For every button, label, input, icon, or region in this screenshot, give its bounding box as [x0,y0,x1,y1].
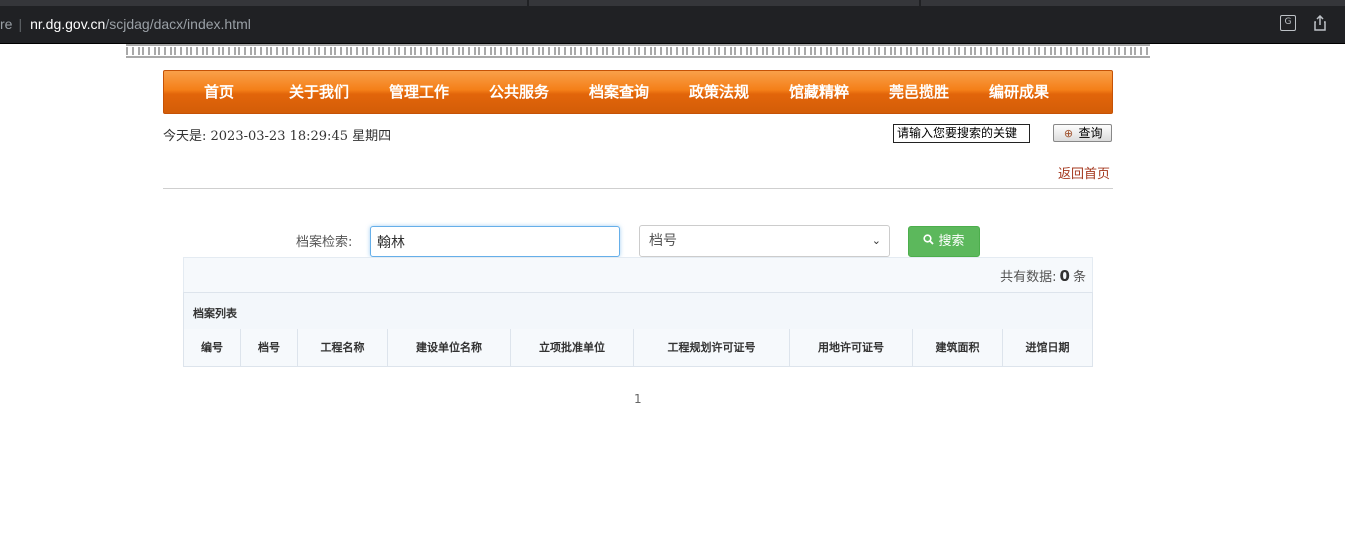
nav-item-management[interactable]: 管理工作 [369,71,469,113]
search-icon-glyph [923,234,935,245]
nav-item-collection[interactable]: 馆藏精粹 [769,71,869,113]
search-icon [923,227,935,256]
column-header-planning-permit: 工程规划许可证号 [634,329,790,366]
current-date: 今天是: 2023-03-23 18:29:45 星期四 [163,129,392,144]
result-count-suffix: 条 [1072,270,1086,285]
url-path: /scjdag/dacx/index.html [105,16,251,32]
pagination-page-1[interactable]: 1 [634,392,642,406]
browser-toolbar: re | nr.dg.gov.cn/scjdag/dacx/index.html G [0,0,1345,44]
magnifier-icon: ⊕ [1063,127,1074,140]
nav-item-about[interactable]: 关于我们 [269,71,369,113]
nav-item-policy[interactable]: 政策法规 [669,71,769,113]
archive-list-header: 档案列表 [183,292,1093,330]
tab-strip [0,0,1345,6]
search-button-label: 搜索 [938,234,965,249]
url-separator: | [18,16,23,32]
column-header-entry-date: 进馆日期 [1025,341,1070,354]
url-prefix: re [0,16,13,32]
archive-search-input[interactable] [370,226,620,257]
share-icon-glyph [1314,14,1326,31]
nav-item-public-service[interactable]: 公共服务 [469,71,569,113]
greek-key-border [126,44,1150,58]
nav-item-home[interactable]: 首页 [169,71,269,113]
result-count-bar: 共有数据: 0 条 [183,257,1093,293]
result-count-prefix: 共有数据: [1000,270,1057,285]
nav-item-archive-query[interactable]: 档案查询 [569,71,669,113]
url-host: nr.dg.gov.cn [30,16,106,32]
column-header-number: 编号 [184,329,241,366]
search-button[interactable]: 搜索 [908,226,980,257]
column-header-land-permit: 用地许可证号 [790,329,913,366]
column-header-builder: 建设单位名称 [388,329,511,366]
archive-search-label: 档案检索: [296,235,353,250]
column-header-approver: 立项批准单位 [511,329,634,366]
address-bar[interactable]: re | nr.dg.gov.cn/scjdag/dacx/index.html [0,14,251,34]
archive-table-header: 编号 档号 工程名称 建设单位名称 立项批准单位 工程规划许可证号 用地许可证号… [183,329,1093,367]
translate-icon[interactable]: G [1280,15,1296,31]
tab-divider [919,0,921,6]
query-button-label: 查询 [1078,126,1103,140]
share-icon[interactable] [1312,14,1328,31]
main-nav: 首页 关于我们 管理工作 公共服务 档案查询 政策法规 馆藏精粹 莞邑揽胜 编研… [163,70,1113,114]
chevron-down-icon: ⌄ [871,234,881,247]
keyword-input[interactable]: 请输入您要搜索的关键 [893,124,1030,143]
back-home-link[interactable]: 返回首页 [1058,163,1110,182]
column-header-project-name: 工程名称 [298,329,388,366]
search-field-selected: 档号 [649,233,677,249]
result-count-number: 0 [1059,267,1070,285]
divider [163,188,1113,189]
tab-divider [527,0,529,6]
result-count: 共有数据: 0 条 [1000,266,1086,285]
query-button[interactable]: ⊕ 查询 [1053,124,1112,142]
column-header-floor-area: 建筑面积 [913,329,1003,366]
column-header-file-no: 档号 [241,329,298,366]
search-field-select[interactable]: 档号 ⌄ [639,225,890,257]
nav-item-research[interactable]: 编研成果 [969,71,1069,113]
archive-list-title: 档案列表 [193,307,237,320]
nav-item-scenery[interactable]: 莞邑揽胜 [869,71,969,113]
